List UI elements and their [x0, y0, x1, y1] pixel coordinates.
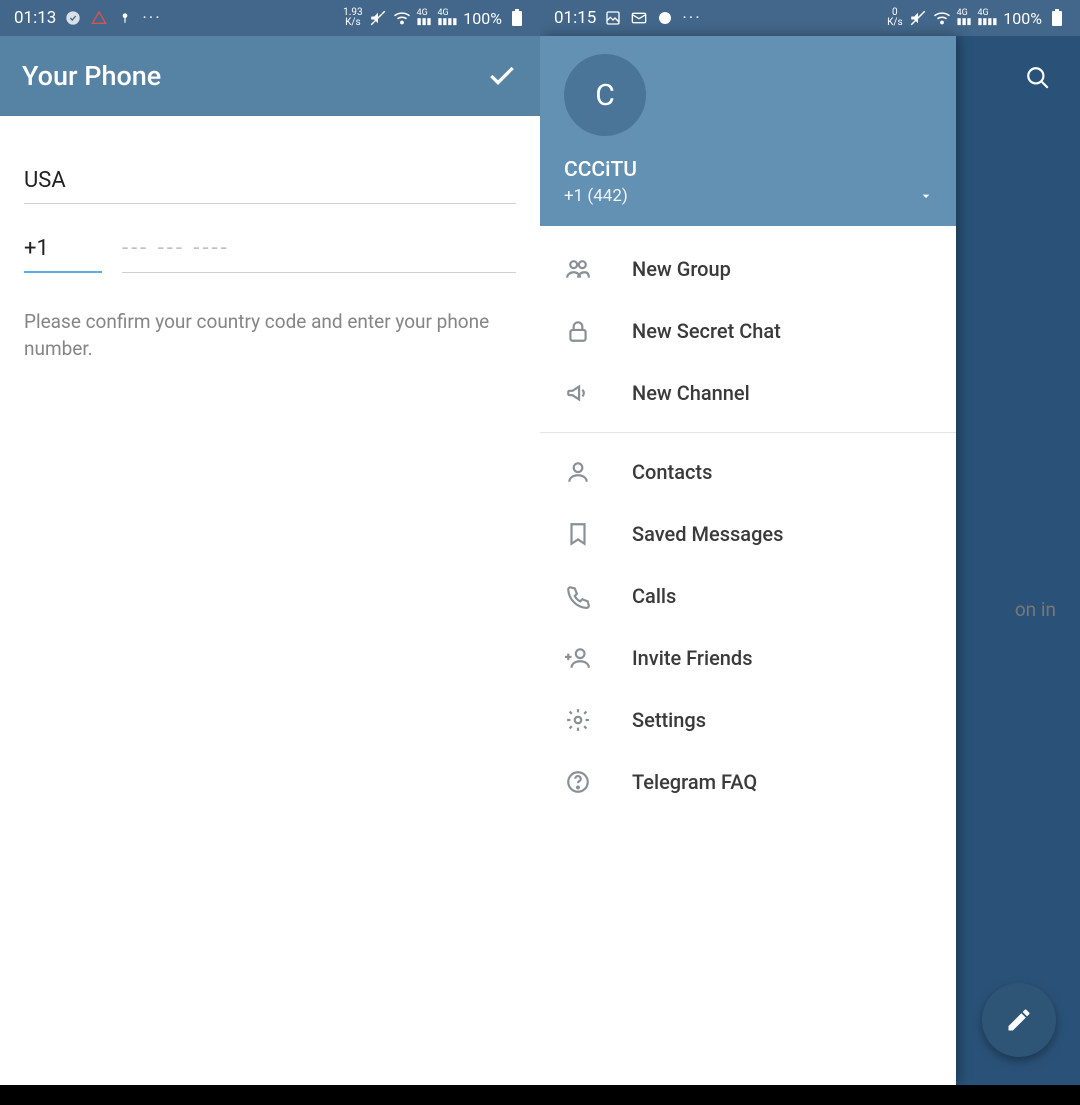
status-battery-pct: 100%	[463, 9, 502, 28]
image-icon	[604, 9, 622, 27]
signal-4g-2-icon: 4G▮▮▮▮	[437, 9, 457, 27]
mute-icon	[369, 9, 387, 27]
signal-4g-1-icon: 4G▮▮▮	[417, 9, 432, 27]
drawer-item-label: Settings	[632, 708, 706, 732]
lock-icon	[564, 317, 592, 345]
page-title: Your Phone	[22, 60, 161, 92]
drawer-item-new-channel[interactable]: New Channel	[540, 362, 956, 424]
drawer-menu: New Group New Secret Chat New Channel Conta…	[540, 226, 956, 825]
bookmark-icon	[564, 520, 592, 548]
drawer-item-label: Invite Friends	[632, 646, 753, 670]
drawer-item-contacts[interactable]: Contacts	[540, 441, 956, 503]
drawer-divider	[540, 432, 956, 433]
wifi-icon	[393, 9, 411, 27]
drawer-item-label: Saved Messages	[632, 522, 783, 546]
country-code-input[interactable]: +1	[24, 236, 102, 273]
status-more-icon: ···	[682, 8, 701, 28]
drawer-item-label: New Secret Chat	[632, 319, 781, 343]
status-icon-checkmark	[64, 9, 82, 27]
navigation-drawer: C CCCiTU +1 (442) New Group New Secret Ch…	[540, 36, 956, 1085]
confirm-button[interactable]	[486, 60, 518, 92]
hint-text: Please confirm your country code and ent…	[24, 309, 516, 362]
background-text-fragment: on in	[1015, 598, 1056, 621]
phone-form: USA +1 --- --- ---- Please confirm your …	[0, 116, 540, 362]
drawer-header[interactable]: C CCCiTU +1 (442)	[540, 36, 956, 226]
signal-4g-1-icon: 4G▮▮▮	[957, 9, 972, 27]
drawer-item-settings[interactable]: Settings	[540, 689, 956, 751]
drawer-item-label: Telegram FAQ	[632, 770, 757, 794]
phone-number-input[interactable]: --- --- ----	[122, 236, 516, 273]
drawer-item-label: Calls	[632, 584, 676, 608]
status-kbps: 0 K/s	[887, 8, 903, 28]
status-bar: 01:15 ··· 0 K/s 4G▮▮▮ 4G▮▮▮▮ 100%	[540, 0, 1080, 36]
call-icon	[564, 582, 592, 610]
screen-drawer: 01:15 ··· 0 K/s 4G▮▮▮ 4G▮▮▮▮ 100%	[540, 0, 1080, 1105]
invite-icon	[564, 644, 592, 672]
drawer-item-saved-messages[interactable]: Saved Messages	[540, 503, 956, 565]
help-icon	[564, 768, 592, 796]
android-navbar	[540, 1085, 1080, 1105]
country-select[interactable]: USA	[24, 168, 516, 204]
drawer-item-new-group[interactable]: New Group	[540, 238, 956, 300]
drawer-item-label: Contacts	[632, 460, 712, 484]
group-icon	[564, 255, 592, 283]
settings-icon	[564, 706, 592, 734]
contact-icon	[564, 458, 592, 486]
compose-fab[interactable]	[982, 983, 1056, 1057]
chat-icon	[656, 9, 674, 27]
drawer-item-telegram-faq[interactable]: Telegram FAQ	[540, 751, 956, 813]
chevron-down-icon[interactable]	[918, 188, 934, 204]
signal-4g-2-icon: 4G▮▮▮▮	[977, 9, 997, 27]
search-button[interactable]	[1016, 56, 1060, 100]
drawer-item-label: New Channel	[632, 381, 750, 405]
wifi-icon	[933, 9, 951, 27]
drawer-item-calls[interactable]: Calls	[540, 565, 956, 627]
mail-icon	[630, 9, 648, 27]
drawer-item-new-secret-chat[interactable]: New Secret Chat	[540, 300, 956, 362]
status-kbps: 1.93 K/s	[343, 8, 363, 28]
status-time: 01:15	[554, 8, 596, 28]
battery-icon	[1048, 9, 1066, 27]
status-more-icon: ···	[142, 8, 161, 28]
mute-icon	[909, 9, 927, 27]
battery-icon	[508, 9, 526, 27]
drawer-phone: +1 (442)	[564, 186, 932, 206]
avatar: C	[564, 54, 646, 136]
screen-phone-entry: 01:13 ··· 1.93 K/s 4G▮▮▮ 4G▮▮▮▮ 100%	[0, 0, 540, 1105]
megaphone-icon	[564, 379, 592, 407]
status-icon-warning	[90, 9, 108, 27]
status-time: 01:13	[14, 8, 56, 28]
drawer-item-label: New Group	[632, 257, 731, 281]
drawer-item-invite-friends[interactable]: Invite Friends	[540, 627, 956, 689]
drawer-username: CCCiTU	[564, 158, 932, 182]
status-bar: 01:13 ··· 1.93 K/s 4G▮▮▮ 4G▮▮▮▮ 100%	[0, 0, 540, 36]
status-icon-cast	[116, 9, 134, 27]
status-battery-pct: 100%	[1003, 9, 1042, 28]
header-bar: Your Phone	[0, 36, 540, 116]
android-navbar	[0, 1085, 540, 1105]
